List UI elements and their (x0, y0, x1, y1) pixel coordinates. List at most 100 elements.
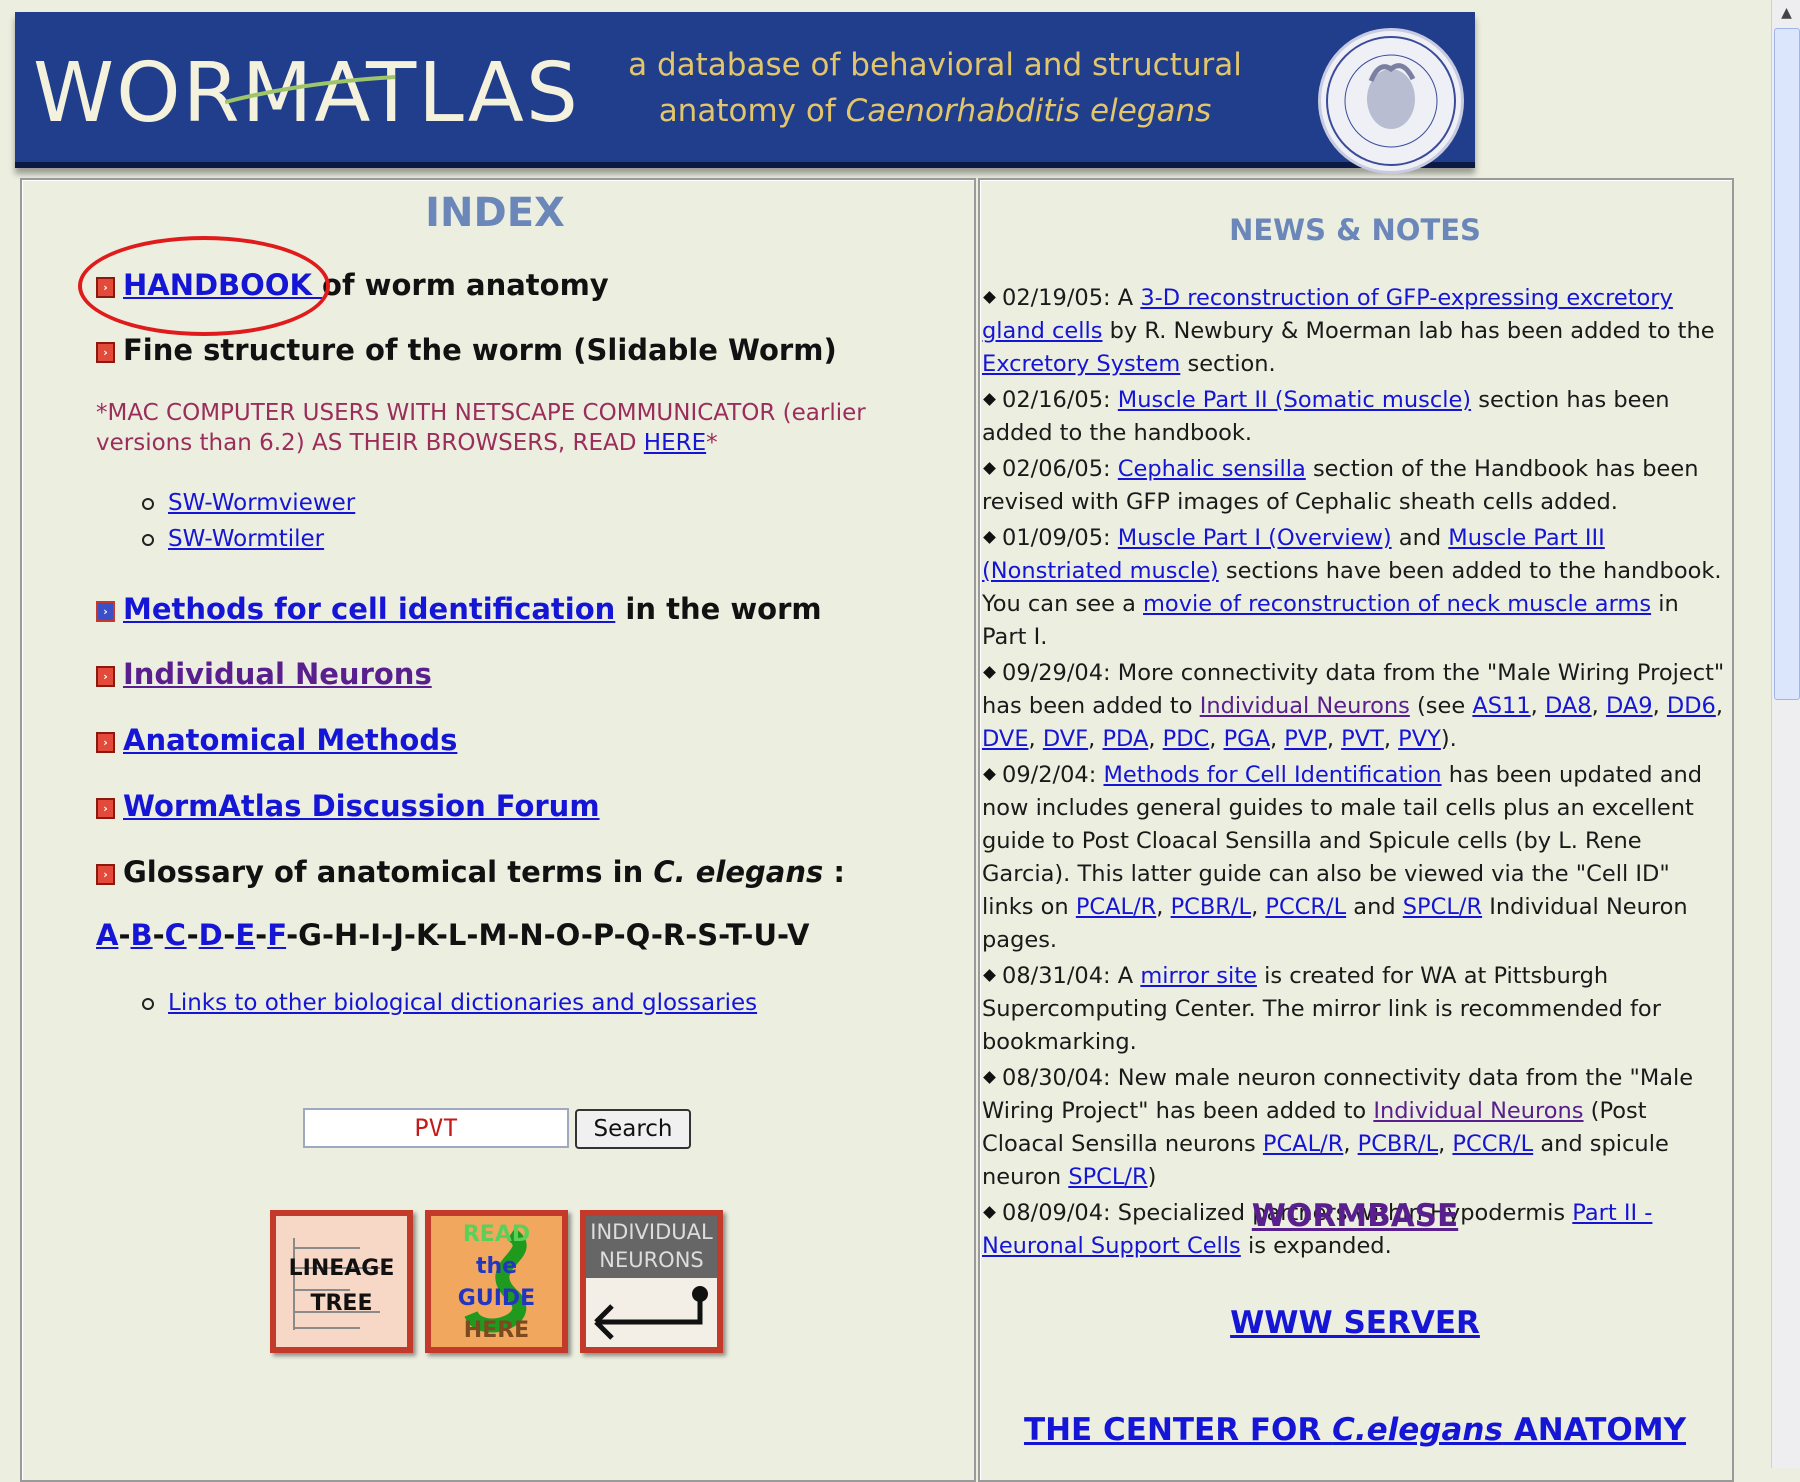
center-anatomy-link[interactable]: THE CENTER FOR C.elegans ANATOMY (980, 1412, 1730, 1448)
glossary-letter-a[interactable]: A (96, 918, 118, 952)
cell-link-spcl-r[interactable]: SPCL/R (1403, 894, 1482, 920)
cell-link-pvy[interactable]: PVY (1398, 726, 1441, 752)
glossary-letter-index: A-B-C-D-E-F-G-H-I-J-K-L-M-N-O-P-Q-R-S-T-… (96, 918, 810, 952)
einstein-college-seal (1318, 28, 1464, 174)
fine-structure-item[interactable]: › Fine structure of the worm (Slidable Wo… (96, 333, 837, 367)
mac-warning-text: *MAC COMPUTER USERS WITH NETSCAPE COMMUN… (96, 400, 866, 456)
news-link-cephalic-sensilla[interactable]: Cephalic sensilla (1118, 456, 1306, 482)
sw-wormtiler-item: SW-Wormtiler (142, 526, 324, 552)
news-link-neck-muscle-movie[interactable]: movie of reconstruction of neck muscle a… (1143, 591, 1651, 617)
cell-link-pvp[interactable]: PVP (1284, 726, 1327, 752)
cell-link-dd6[interactable]: DD6 (1667, 693, 1716, 719)
methods-link[interactable]: Methods for cell identification (123, 592, 615, 626)
lineage-tree-tile[interactable]: LINEAGE TREE (270, 1210, 413, 1353)
cell-link-pcbr-l-2[interactable]: PCBR/L (1358, 1131, 1438, 1157)
news-item: 02/16/05: Muscle Part II (Somatic muscle… (982, 387, 1670, 446)
scroll-thumb[interactable] (1774, 28, 1800, 700)
cell-link-da8[interactable]: DA8 (1545, 693, 1592, 719)
arrow-bullet-icon: › (96, 797, 115, 819)
dictionaries-item: Links to other biological dictionaries a… (142, 990, 757, 1016)
cell-link-pga[interactable]: PGA (1224, 726, 1270, 752)
arrow-bullet-icon: › (96, 341, 115, 363)
news-title: NEWS & NOTES (1229, 213, 1481, 247)
mac-here-link[interactable]: HERE (644, 430, 706, 456)
glossary-letter-f[interactable]: F (267, 918, 286, 952)
cell-link-dvf[interactable]: DVF (1043, 726, 1088, 752)
tagline-line2: anatomy of Caenorhabditis elegans (658, 93, 1212, 129)
sw-wormviewer-item: SW-Wormviewer (142, 490, 355, 516)
lineage-tree-icon (293, 1238, 380, 1330)
index-title: INDEX (425, 190, 565, 236)
cell-link-pcal-r[interactable]: PCAL/R (1076, 894, 1156, 920)
diamond-bullet-icon (983, 393, 996, 406)
individual-neurons-item: › Individual Neurons (96, 657, 432, 691)
circle-bullet-icon (142, 997, 154, 1010)
cell-link-as11[interactable]: AS11 (1472, 693, 1530, 719)
glossary-letter-d[interactable]: D (199, 918, 224, 952)
search-input[interactable]: PVT (303, 1108, 569, 1148)
glossary-letter-e[interactable]: E (235, 918, 255, 952)
news-link-individual-neurons[interactable]: Individual Neurons (1200, 693, 1410, 719)
banner-tagline: a database of behavioral and structural … (625, 42, 1245, 134)
forum-item: › WormAtlas Discussion Forum (96, 789, 600, 823)
news-list: 02/19/05: A 3-D reconstruction of GFP-ex… (982, 282, 1727, 1266)
search-button[interactable]: Search (575, 1109, 691, 1149)
cell-link-pccr-l-2[interactable]: PCCR/L (1452, 1131, 1533, 1157)
cell-link-pda[interactable]: PDA (1102, 726, 1148, 752)
worm-swoosh-icon (225, 75, 395, 104)
sw-wormviewer-link[interactable]: SW-Wormviewer (168, 490, 355, 516)
cell-link-dve[interactable]: DVE (982, 726, 1029, 752)
news-item: 01/09/05: Muscle Part I (Overview) and M… (982, 525, 1722, 650)
diamond-bullet-icon (983, 462, 996, 475)
glossary-item: › Glossary of anatomical terms in C. eleg… (96, 855, 845, 889)
news-item: 09/29/04: More connectivity data from th… (982, 660, 1725, 752)
diamond-bullet-icon (983, 666, 996, 679)
wormbase-link[interactable]: WORMBASE (980, 1198, 1730, 1234)
read-guide-tile[interactable]: READ the GUIDE HERE (425, 1210, 568, 1353)
news-item: 08/30/04: New male neuron connectivity d… (982, 1065, 1694, 1190)
cell-link-pcal-r-2[interactable]: PCAL/R (1263, 1131, 1343, 1157)
diamond-bullet-icon (983, 1071, 996, 1084)
arrow-bullet-icon: › (96, 665, 115, 687)
news-link-individual-neurons-2[interactable]: Individual Neurons (1373, 1098, 1583, 1124)
diamond-bullet-icon (983, 531, 996, 544)
dictionaries-link[interactable]: Links to other biological dictionaries a… (168, 990, 757, 1016)
site-banner: WORMATLAS a database of behavioral and s… (15, 12, 1475, 174)
circle-bullet-icon (142, 497, 154, 510)
glossary-letter-b[interactable]: B (131, 918, 153, 952)
news-item: 08/31/04: A mirror site is created for W… (982, 963, 1661, 1055)
sw-wormtiler-link[interactable]: SW-Wormtiler (168, 526, 324, 552)
circle-bullet-icon (142, 533, 154, 546)
neuron-arrow-icon (594, 1286, 708, 1340)
cell-link-pvt[interactable]: PVT (1341, 726, 1384, 752)
www-server-link[interactable]: WWW SERVER (980, 1305, 1730, 1341)
news-link-mirror-site[interactable]: mirror site (1140, 963, 1257, 989)
red-highlight-circle (78, 236, 330, 336)
news-item: 02/19/05: A 3-D reconstruction of GFP-ex… (982, 285, 1715, 377)
tagline-line1: a database of behavioral and structural (628, 47, 1242, 83)
scroll-up-arrow-icon[interactable]: ▲ (1772, 0, 1800, 26)
diamond-bullet-icon (983, 969, 996, 982)
cell-link-spcl-r-2[interactable]: SPCL/R (1068, 1164, 1147, 1190)
individual-neurons-link[interactable]: Individual Neurons (123, 657, 432, 691)
cell-link-da9[interactable]: DA9 (1606, 693, 1653, 719)
methods-item: › Methods for cell identification in the … (96, 592, 822, 626)
cell-link-pccr-l[interactable]: PCCR/L (1265, 894, 1346, 920)
news-link-methods-cell-id[interactable]: Methods for Cell Identification (1103, 762, 1441, 788)
forum-link[interactable]: WormAtlas Discussion Forum (123, 789, 600, 823)
diamond-bullet-icon (983, 768, 996, 781)
arrow-bullet-icon: › (96, 731, 115, 753)
individual-neurons-tile[interactable]: INDIVIDUAL NEURONS (580, 1210, 723, 1353)
cell-link-pcbr-l[interactable]: PCBR/L (1171, 894, 1251, 920)
arrow-bullet-icon: › (96, 863, 115, 885)
news-link-muscle-part-ii[interactable]: Muscle Part II (Somatic muscle) (1118, 387, 1471, 413)
news-link-muscle-part-i[interactable]: Muscle Part I (Overview) (1118, 525, 1392, 551)
glossary-letter-c[interactable]: C (165, 918, 187, 952)
diamond-bullet-icon (983, 291, 996, 304)
vertical-scrollbar[interactable]: ▲ (1771, 0, 1800, 1468)
arrow-bullet-icon: › (96, 600, 115, 622)
anatomical-methods-item: › Anatomical Methods (96, 723, 457, 757)
cell-link-pdc[interactable]: PDC (1163, 726, 1210, 752)
news-link-excretory-system[interactable]: Excretory System (982, 351, 1180, 377)
anatomical-methods-link[interactable]: Anatomical Methods (123, 723, 457, 757)
